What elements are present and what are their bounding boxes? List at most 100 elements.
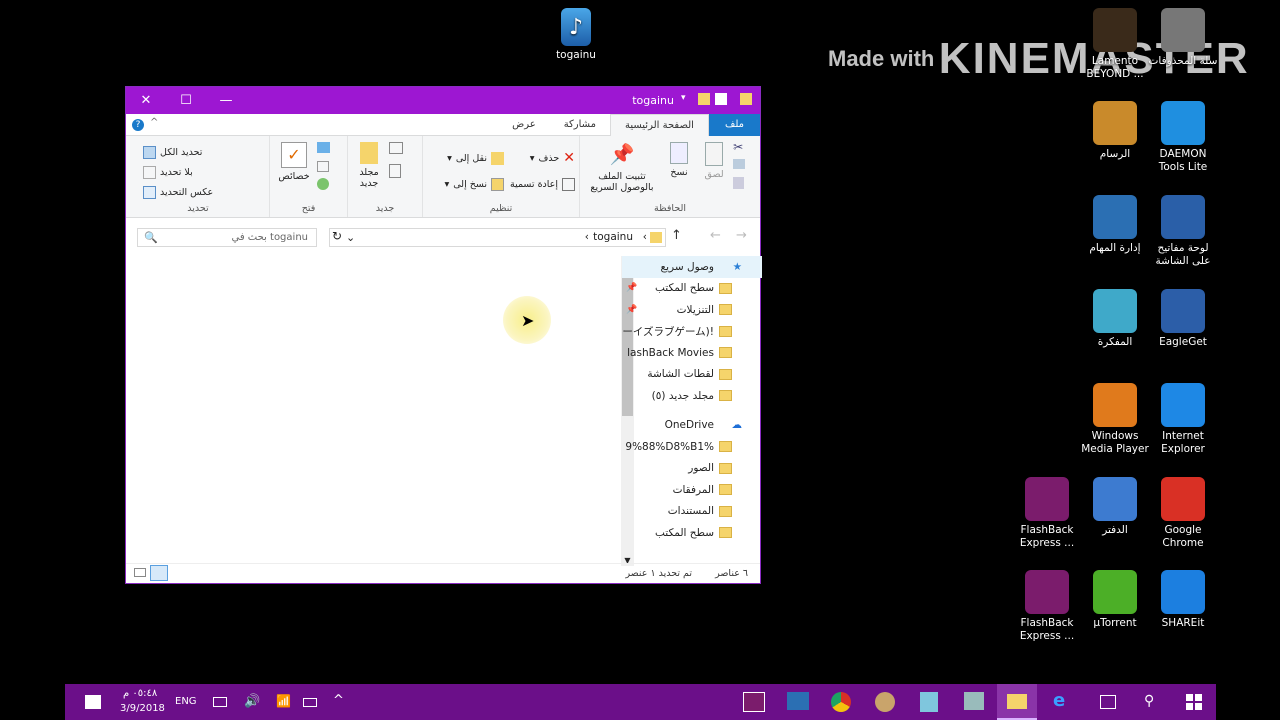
edit-icon[interactable]: [317, 161, 330, 172]
volume-icon[interactable]: 🔊: [244, 694, 260, 709]
nav-onedrive-item[interactable]: 9%88%D8%B1%: [622, 436, 762, 458]
clock-date[interactable]: 3/9/2018: [120, 703, 165, 714]
tab-file[interactable]: ملف: [708, 113, 760, 136]
watermark-prefix: Made with: [828, 46, 935, 71]
properties-icon[interactable]: [715, 93, 727, 105]
nav-onedrive[interactable]: OneDrive ☁: [622, 415, 762, 437]
new-item-icon[interactable]: [389, 142, 404, 154]
desktop-icon[interactable]: EagleGet: [1148, 289, 1218, 349]
nav-item[interactable]: سطح المكتب 📌: [622, 278, 762, 300]
nav-item[interactable]: ーイズラブゲーム)!: [622, 321, 762, 343]
desktop-icon[interactable]: Google Chrome: [1148, 477, 1218, 550]
move-to-button[interactable]: ▾ نقل إلى: [444, 148, 504, 168]
search-input[interactable]: 🔍 بحث في togainu: [137, 228, 317, 247]
properties-button[interactable]: ✓ خصائص: [276, 140, 312, 182]
tab-home[interactable]: الصفحة الرئيسية: [609, 113, 709, 136]
maximize-button[interactable]: ☐: [166, 93, 206, 108]
google-chrome-icon: [1161, 477, 1205, 521]
taskbar-edge-icon[interactable]: e: [1053, 690, 1065, 711]
nav-onedrive-item[interactable]: المستندات: [622, 501, 762, 523]
select-all-button[interactable]: تحديد الكل: [143, 142, 265, 162]
copy-to-button[interactable]: ▾ نسخ إلى: [444, 174, 504, 194]
taskbar-chrome-icon[interactable]: [831, 692, 851, 712]
large-icons-view-icon[interactable]: [150, 565, 168, 581]
search-icon[interactable]: ⚲: [1144, 693, 1154, 709]
network-icon[interactable]: 📶: [276, 694, 291, 708]
desktop-icon[interactable]: µTorrent: [1080, 570, 1150, 630]
touch-keyboard-icon[interactable]: [213, 697, 227, 707]
desktop-icon[interactable]: لوحة مفاتيح على الشاشة: [1148, 195, 1218, 268]
desktop-icon[interactable]: سلة المحذوفات: [1148, 8, 1218, 68]
nav-item[interactable]: lashBack Movies: [622, 342, 762, 364]
notepad-icon: [1093, 289, 1137, 333]
nav-quick-access[interactable]: وصول سريع ★: [622, 256, 762, 278]
taskbar-file-explorer-icon[interactable]: [997, 684, 1037, 720]
easy-access-icon[interactable]: [389, 164, 402, 178]
copy-path-icon[interactable]: [733, 159, 746, 169]
desktop-icon[interactable]: الرسام: [1080, 101, 1150, 161]
action-center-icon[interactable]: [85, 695, 101, 709]
pin-icon[interactable]: 📌: [626, 305, 637, 315]
copy-button[interactable]: نسخ: [665, 140, 693, 178]
start-button-icon[interactable]: [1186, 694, 1202, 710]
pin-icon[interactable]: 📌: [626, 283, 637, 293]
desktop-icon-label: إدارة المهام: [1089, 242, 1141, 254]
nav-onedrive-item[interactable]: الصور: [622, 458, 762, 480]
rename-button[interactable]: إعادة تسمية: [510, 174, 575, 194]
path-breadcrumb[interactable]: ⌄ ‹ togainu ‹: [329, 228, 666, 247]
nav-item[interactable]: التنزيلات 📌: [622, 299, 762, 321]
details-view-icon[interactable]: [134, 568, 146, 577]
path-dropdown-icon[interactable]: ⌄: [346, 229, 355, 246]
desktop-icon[interactable]: إدارة المهام: [1080, 195, 1150, 255]
taskbar-flashback-icon[interactable]: [743, 692, 765, 712]
task-view-icon[interactable]: [1100, 695, 1116, 709]
minimize-button[interactable]: —: [206, 93, 246, 108]
desktop-icon[interactable]: DAEMON Tools Lite: [1148, 101, 1218, 174]
desktop-icon[interactable]: Internet Explorer: [1148, 383, 1218, 456]
language-indicator[interactable]: ENG: [175, 696, 197, 707]
clock-time[interactable]: ٠٥:٤٨ م: [123, 688, 157, 699]
new-folder-button[interactable]: مجلد جديد: [354, 140, 384, 189]
desktop-icon[interactable]: Windows Media Player: [1080, 383, 1150, 456]
dropdown-icon[interactable]: ▾: [681, 93, 693, 105]
desktop-icon[interactable]: SHAREit: [1148, 570, 1218, 630]
paste-button[interactable]: لصق: [700, 140, 728, 180]
onedrive-icon: ☁: [731, 419, 743, 432]
cut-icon[interactable]: ✂: [733, 140, 755, 159]
tab-share[interactable]: مشاركة: [550, 114, 610, 136]
pin-quick-access-button[interactable]: 📌 تثبيت الملف بالوصول السريع: [586, 140, 658, 193]
open-icon[interactable]: [317, 142, 331, 153]
desktop-icon[interactable]: FlashBack Express ...: [1012, 570, 1082, 643]
select-none-button[interactable]: بلا تحديد: [143, 162, 265, 182]
invert-selection-button[interactable]: عكس التحديد: [143, 182, 265, 202]
taskbar-notepad-icon[interactable]: [920, 692, 938, 712]
nav-onedrive-item[interactable]: المرفقات: [622, 479, 762, 501]
taskbar-paint-icon[interactable]: [875, 692, 895, 712]
desktop-icon[interactable]: Lamento BEYOND ...: [1080, 8, 1150, 81]
breadcrumb-folder[interactable]: togainu: [593, 229, 633, 246]
desktop-icon[interactable]: FlashBack Express ...: [1012, 477, 1082, 550]
taskbar-photos-icon[interactable]: [964, 692, 984, 710]
collapse-ribbon-icon[interactable]: ^: [150, 117, 158, 128]
up-arrow-icon[interactable]: ↑: [671, 228, 682, 243]
nav-onedrive-item[interactable]: سطح المكتب: [622, 522, 762, 544]
close-button[interactable]: ✕: [126, 93, 166, 108]
taskbar-task-manager-icon[interactable]: [787, 692, 809, 710]
desktop-icon-togainu[interactable]: ♪ togainu: [541, 8, 611, 62]
delete-button[interactable]: ▾ حذف ✕: [510, 148, 575, 168]
desktop-icon[interactable]: الدفتر: [1080, 477, 1150, 537]
desktop-icon-label: Internet Explorer: [1161, 430, 1205, 455]
tab-view[interactable]: عرض: [498, 114, 550, 136]
back-arrow-icon[interactable]: →: [736, 228, 747, 243]
nav-item[interactable]: لقطات الشاشة: [622, 364, 762, 386]
nav-item[interactable]: مجلد جديد (٥): [622, 385, 762, 407]
battery-icon[interactable]: [303, 698, 317, 707]
history-icon[interactable]: [317, 178, 330, 190]
paste-shortcut-icon[interactable]: [733, 177, 745, 189]
forward-arrow-icon[interactable]: ←: [710, 228, 721, 243]
help-icon[interactable]: ?: [132, 119, 144, 131]
desktop-icon[interactable]: المفكرة: [1080, 289, 1150, 349]
file-list[interactable]: [126, 256, 621, 566]
show-hidden-icons-icon[interactable]: ^: [333, 693, 344, 708]
new-folder-icon[interactable]: [698, 93, 710, 105]
